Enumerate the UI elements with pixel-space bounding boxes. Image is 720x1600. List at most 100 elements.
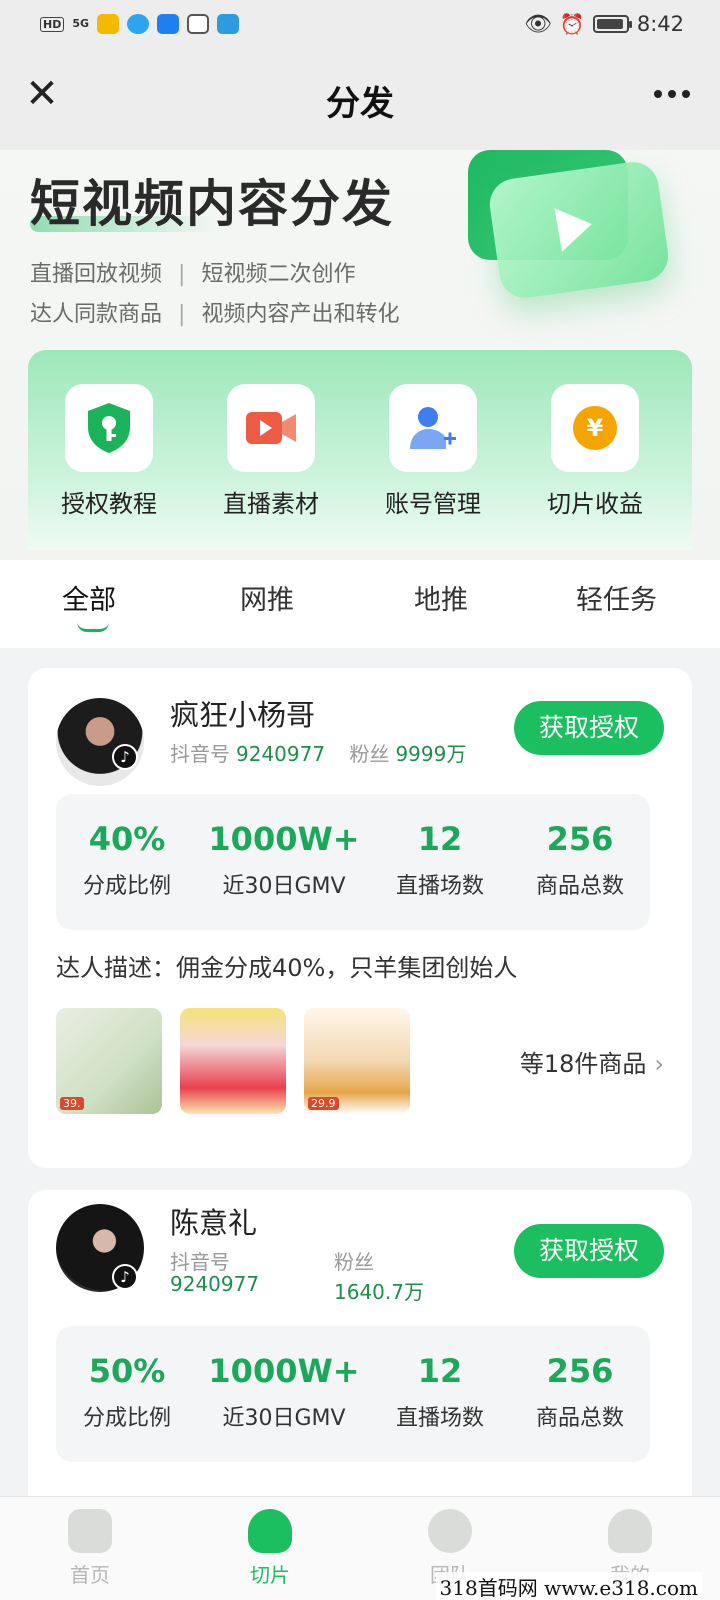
stat-label: 近30日GMV xyxy=(222,874,346,899)
hero-tag: 直播回放视频 xyxy=(30,262,163,287)
clock: 8:42 xyxy=(636,12,684,36)
get-authorization-button[interactable]: 获取授权 xyxy=(514,701,664,755)
hero-subtitle-line-1: 直播回放视频 | 短视频二次创作 xyxy=(30,256,355,288)
feature-label: 直播素材 xyxy=(223,490,319,518)
douyin-icon: ♪ xyxy=(112,1264,138,1290)
douyin-id-label: 抖音号 xyxy=(170,1250,230,1274)
influencer-name: 疯狂小杨哥 xyxy=(170,698,316,732)
stat-live-count: 12 直播场数 xyxy=(370,820,510,900)
page-title: 分发 xyxy=(326,84,394,124)
status-right: 👁 ⏰ 8:42 xyxy=(524,12,684,37)
nav-home[interactable]: 首页 xyxy=(40,1509,140,1588)
app-notification-icon xyxy=(97,14,120,34)
network-badge: 5G xyxy=(72,17,90,30)
stat-live-count: 12 直播场数 xyxy=(370,1352,510,1432)
stat-label: 商品总数 xyxy=(535,1406,624,1431)
tab-online-promo[interactable]: 网推 xyxy=(240,578,294,617)
play-icon xyxy=(554,202,596,252)
stat-value: 256 xyxy=(546,1352,614,1390)
influencer-card[interactable]: ♪ 疯狂小杨哥 抖音号 9240977 粉丝 9999万 获取授权 40% 分成比例… xyxy=(28,668,692,1168)
feature-panel: 授权教程 直播素材 账号管理 ¥ 切片收益 xyxy=(28,350,692,550)
status-left: HD 5G xyxy=(40,14,240,34)
nav-label: 切片 xyxy=(250,1563,290,1587)
separator: | xyxy=(178,302,186,327)
stat-label: 近30日GMV xyxy=(222,1406,346,1431)
stat-product-total: 256 商品总数 xyxy=(510,1352,650,1432)
stat-gmv: 1000W+ 近30日GMV xyxy=(198,1352,370,1432)
svg-text:¥: ¥ xyxy=(587,414,604,442)
more-products-label: 等18件商品 xyxy=(519,1050,647,1078)
team-icon xyxy=(428,1509,472,1553)
description-text: 佣金分成40%，只羊集团创始人 xyxy=(176,954,518,982)
app-notification-icon xyxy=(127,14,150,34)
tab-light-task[interactable]: 轻任务 xyxy=(576,578,657,617)
product-thumbnail[interactable] xyxy=(180,1008,286,1114)
video-camera-icon xyxy=(246,412,296,444)
stat-label: 分成比例 xyxy=(82,874,171,899)
product-thumbnail[interactable]: 29.9 xyxy=(304,1008,410,1114)
hero-tag: 达人同款商品 xyxy=(30,302,163,327)
hero-tag: 视频内容产出和转化 xyxy=(201,302,400,327)
douyin-icon: ♪ xyxy=(112,744,138,770)
feature-live-material[interactable]: 直播素材 xyxy=(196,384,346,519)
douyin-id: 9240977 xyxy=(170,1272,260,1296)
hero-tag: 短视频二次创作 xyxy=(201,262,356,287)
category-tabs: 全部 网推 地推 轻任务 xyxy=(0,560,720,648)
home-icon xyxy=(68,1509,112,1553)
profile-icon xyxy=(608,1509,652,1553)
tab-offline-promo[interactable]: 地推 xyxy=(414,578,468,617)
separator: | xyxy=(178,262,186,287)
influencer-name: 陈意礼 xyxy=(170,1206,258,1240)
more-products-link[interactable]: 等18件商品 › xyxy=(520,1044,664,1079)
product-thumbnail[interactable]: 39. xyxy=(56,1008,162,1114)
influencer-card[interactable]: ♪ 陈意礼 抖音号 9240977 粉丝 1640.7万 获取授权 50% 分成… xyxy=(28,1190,692,1510)
stat-commission: 40% 分成比例 xyxy=(56,820,198,900)
battery-icon xyxy=(592,15,632,33)
stat-label: 分成比例 xyxy=(82,1406,171,1431)
stat-value: 256 xyxy=(546,820,614,858)
stat-label: 商品总数 xyxy=(535,874,624,899)
cloud-icon xyxy=(157,14,180,34)
stats-panel: 40% 分成比例 1000W+ 近30日GMV 12 直播场数 256 商品总数 xyxy=(56,794,650,930)
stat-value: 12 xyxy=(417,820,463,858)
feature-account-manage[interactable]: 账号管理 xyxy=(358,384,508,519)
nav-bar: ✕ 分发 xyxy=(0,48,720,150)
tab-all[interactable]: 全部 xyxy=(62,578,116,617)
hd-badge: HD xyxy=(40,16,65,32)
hand-icon xyxy=(187,14,210,34)
nav-label: 首页 xyxy=(70,1563,110,1587)
avatar xyxy=(56,698,144,786)
fans-count: 1640.7万 xyxy=(334,1280,424,1304)
stat-label: 直播场数 xyxy=(395,1406,484,1431)
stat-value: 12 xyxy=(417,1352,463,1390)
get-authorization-button[interactable]: 获取授权 xyxy=(514,1224,664,1278)
stat-value: 1000W+ xyxy=(208,1352,360,1390)
stat-value: 1000W+ xyxy=(208,820,360,858)
price-tag: 39. xyxy=(60,1097,84,1110)
status-bar: HD 5G 👁 ⏰ 8:42 xyxy=(0,0,720,48)
more-icon[interactable] xyxy=(654,90,690,98)
chevron-right-icon: › xyxy=(654,1050,664,1078)
hero-title: 短视频内容分发 xyxy=(30,175,394,233)
fans-count: 9999万 xyxy=(395,742,467,766)
feature-auth-tutorial[interactable]: 授权教程 xyxy=(34,384,184,519)
stat-product-total: 256 商品总数 xyxy=(510,820,650,900)
video-play-illustration xyxy=(468,150,678,320)
description-label: 达人描述： xyxy=(56,954,176,982)
eye-icon: 👁 xyxy=(523,11,552,37)
hero-subtitle-line-2: 达人同款商品 | 视频内容产出和转化 xyxy=(30,296,399,328)
nav-slice[interactable]: 切片 xyxy=(220,1509,320,1588)
price-tag: 29.9 xyxy=(308,1097,339,1110)
feature-slice-earnings[interactable]: ¥ 切片收益 xyxy=(520,384,670,519)
stat-commission: 50% 分成比例 xyxy=(56,1352,198,1432)
shield-key-icon xyxy=(88,403,130,453)
yuan-coin-icon: ¥ xyxy=(573,406,617,450)
app-notification-icon xyxy=(217,14,240,34)
douyin-id: 9240977 xyxy=(236,742,326,766)
fans-label: 粉丝 xyxy=(334,1250,374,1274)
stats-panel: 50% 分成比例 1000W+ 近30日GMV 12 直播场数 256 商品总数 xyxy=(56,1326,650,1462)
stat-gmv: 1000W+ 近30日GMV xyxy=(198,820,370,900)
active-tab-indicator xyxy=(77,622,109,632)
feature-label: 账号管理 xyxy=(385,490,481,518)
stat-label: 直播场数 xyxy=(395,874,484,899)
